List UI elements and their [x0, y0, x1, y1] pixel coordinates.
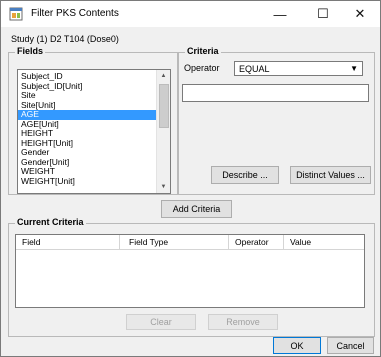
scroll-up-icon[interactable]: ▲ — [157, 70, 170, 82]
column-field-type[interactable]: Field Type — [129, 237, 168, 247]
title-bar: Filter PKS Contents — ☐ ✕ — [1, 1, 380, 27]
maximize-button[interactable]: ☐ — [303, 1, 343, 27]
study-label: Study (1) D2 T104 (Dose0) — [11, 34, 119, 44]
column-operator[interactable]: Operator — [235, 237, 269, 247]
field-item[interactable]: Subject_ID[Unit] — [18, 81, 156, 92]
criteria-group: Criteria Operator EQUAL ▼ Describe ... D… — [178, 46, 375, 195]
minimize-button[interactable]: — — [260, 1, 300, 27]
describe-button[interactable]: Describe ... — [211, 166, 279, 184]
remove-button[interactable]: Remove — [208, 314, 278, 330]
fields-scrollbar[interactable]: ▲ ▼ — [156, 70, 170, 193]
current-criteria-group: Current Criteria Field Field Type Operat… — [8, 217, 375, 337]
ok-button[interactable]: OK — [273, 337, 321, 354]
scroll-thumb[interactable] — [159, 84, 169, 128]
criteria-value-input[interactable] — [182, 84, 369, 102]
filter-dialog: Filter PKS Contents — ☐ ✕ Study (1) D2 T… — [0, 0, 381, 357]
cancel-button[interactable]: Cancel — [327, 337, 374, 354]
criteria-title: Criteria — [185, 46, 221, 56]
distinct-values-button[interactable]: Distinct Values ... — [290, 166, 371, 184]
window-title: Filter PKS Contents — [31, 8, 119, 19]
fields-title: Fields — [15, 46, 46, 56]
field-item[interactable]: WEIGHT[Unit] — [18, 176, 156, 187]
operator-dropdown[interactable]: EQUAL ▼ — [234, 61, 363, 76]
operator-value: EQUAL — [239, 64, 270, 74]
column-field[interactable]: Field — [22, 237, 40, 247]
column-value[interactable]: Value — [290, 237, 311, 247]
current-criteria-title: Current Criteria — [15, 217, 86, 227]
scroll-down-icon[interactable]: ▼ — [157, 181, 170, 193]
criteria-table-header: Field Field Type Operator Value — [16, 235, 364, 250]
clear-button[interactable]: Clear — [126, 314, 196, 330]
dropdown-arrow-icon: ▼ — [350, 64, 358, 73]
maximize-icon: ☐ — [317, 6, 329, 21]
operator-label: Operator — [184, 63, 220, 73]
criteria-table[interactable]: Field Field Type Operator Value — [15, 234, 365, 308]
fields-list: Subject_ID Subject_ID[Unit] Site Site[Unit]… — [18, 71, 156, 187]
fields-listbox[interactable]: Subject_ID Subject_ID[Unit] Site Site[Unit]… — [17, 69, 171, 194]
fields-group: Fields Subject_ID Subject_ID[Unit] Site Sit… — [8, 46, 178, 195]
app-window-icon — [9, 7, 23, 21]
add-criteria-button[interactable]: Add Criteria — [161, 200, 232, 218]
close-button[interactable]: ✕ — [340, 1, 380, 27]
close-icon: ✕ — [354, 6, 366, 21]
minimize-icon: — — [273, 6, 287, 22]
